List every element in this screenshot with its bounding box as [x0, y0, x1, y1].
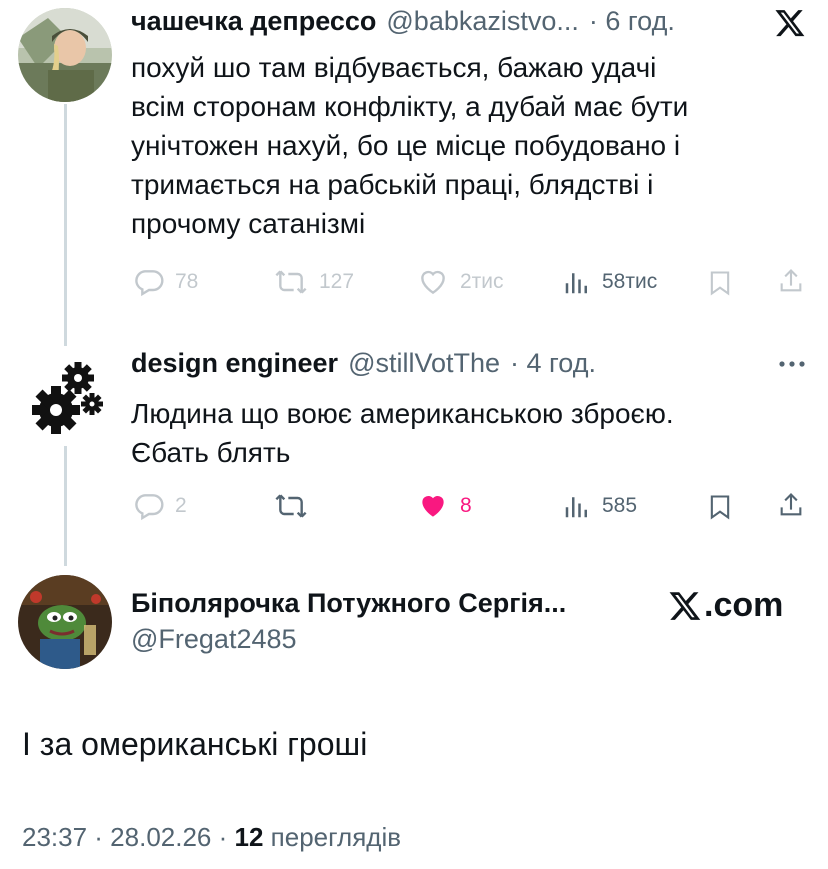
timestamp[interactable]: · 4 год.: [510, 348, 596, 379]
reply-count: 2: [175, 494, 187, 517]
thread-line: [64, 446, 67, 566]
author-handle[interactable]: @stillVotThe: [348, 348, 500, 379]
author-handle[interactable]: @Fregat2485: [131, 624, 297, 655]
avatar[interactable]: [18, 350, 112, 444]
avatar[interactable]: [18, 575, 112, 669]
reply-icon: [135, 494, 164, 521]
x-logo-icon: [669, 591, 701, 620]
repost-count: 127: [319, 270, 355, 293]
like-count: 8: [460, 494, 472, 517]
x-logo-icon[interactable]: [773, 7, 807, 44]
reply-icon: [135, 270, 164, 297]
views-icon: [565, 273, 587, 294]
repost-button[interactable]: [273, 490, 319, 522]
heart-filled-icon: [422, 496, 444, 517]
more-icon[interactable]: [776, 356, 808, 377]
like-button[interactable]: 8: [416, 490, 472, 522]
like-count: 2тис: [460, 270, 504, 293]
views-button[interactable]: 58тис: [562, 266, 657, 298]
post-timestamp[interactable]: 23:37 · 28.02.26 ·: [22, 822, 227, 852]
avatar[interactable]: [18, 8, 112, 102]
views-count: 58тис: [602, 270, 658, 293]
repost-button[interactable]: 127: [273, 266, 354, 298]
reply-button[interactable]: 78: [133, 266, 198, 298]
bookmark-icon[interactable]: [706, 268, 734, 303]
author-handle[interactable]: @babkazistvo...: [386, 6, 579, 37]
post-footer: 23:37 · 28.02.26 · 12 переглядів: [22, 822, 401, 853]
heart-icon: [421, 270, 445, 295]
tweet-text: Людина що воює американською зброєю. Єба…: [131, 398, 674, 468]
thread-line: [64, 104, 67, 346]
reply-count: 78: [175, 270, 199, 293]
brand-label: .com: [668, 586, 783, 625]
author-name[interactable]: Біполярочка Потужного Сергія...: [131, 588, 566, 618]
views-icon: [565, 497, 587, 518]
reply-button[interactable]: 2: [133, 490, 187, 522]
share-icon[interactable]: [777, 266, 805, 301]
views-label: переглядів: [270, 822, 402, 852]
views-count: 585: [602, 494, 638, 517]
share-icon[interactable]: [777, 490, 805, 525]
post-text: І за омериканські гроші: [22, 726, 368, 762]
repost-icon: [275, 270, 307, 294]
views-count: 12: [234, 822, 264, 852]
author-name[interactable]: design engineer: [131, 348, 338, 379]
bookmark-icon[interactable]: [706, 492, 734, 527]
repost-icon: [275, 494, 307, 518]
author-name[interactable]: чашечка депрессо: [131, 6, 376, 37]
like-button[interactable]: 2тис: [416, 266, 504, 298]
views-button[interactable]: 585: [562, 490, 637, 522]
timestamp[interactable]: · 6 год.: [589, 6, 675, 37]
tweet-text: похуй шо там відбувається, бажаю удачі в…: [131, 52, 689, 239]
